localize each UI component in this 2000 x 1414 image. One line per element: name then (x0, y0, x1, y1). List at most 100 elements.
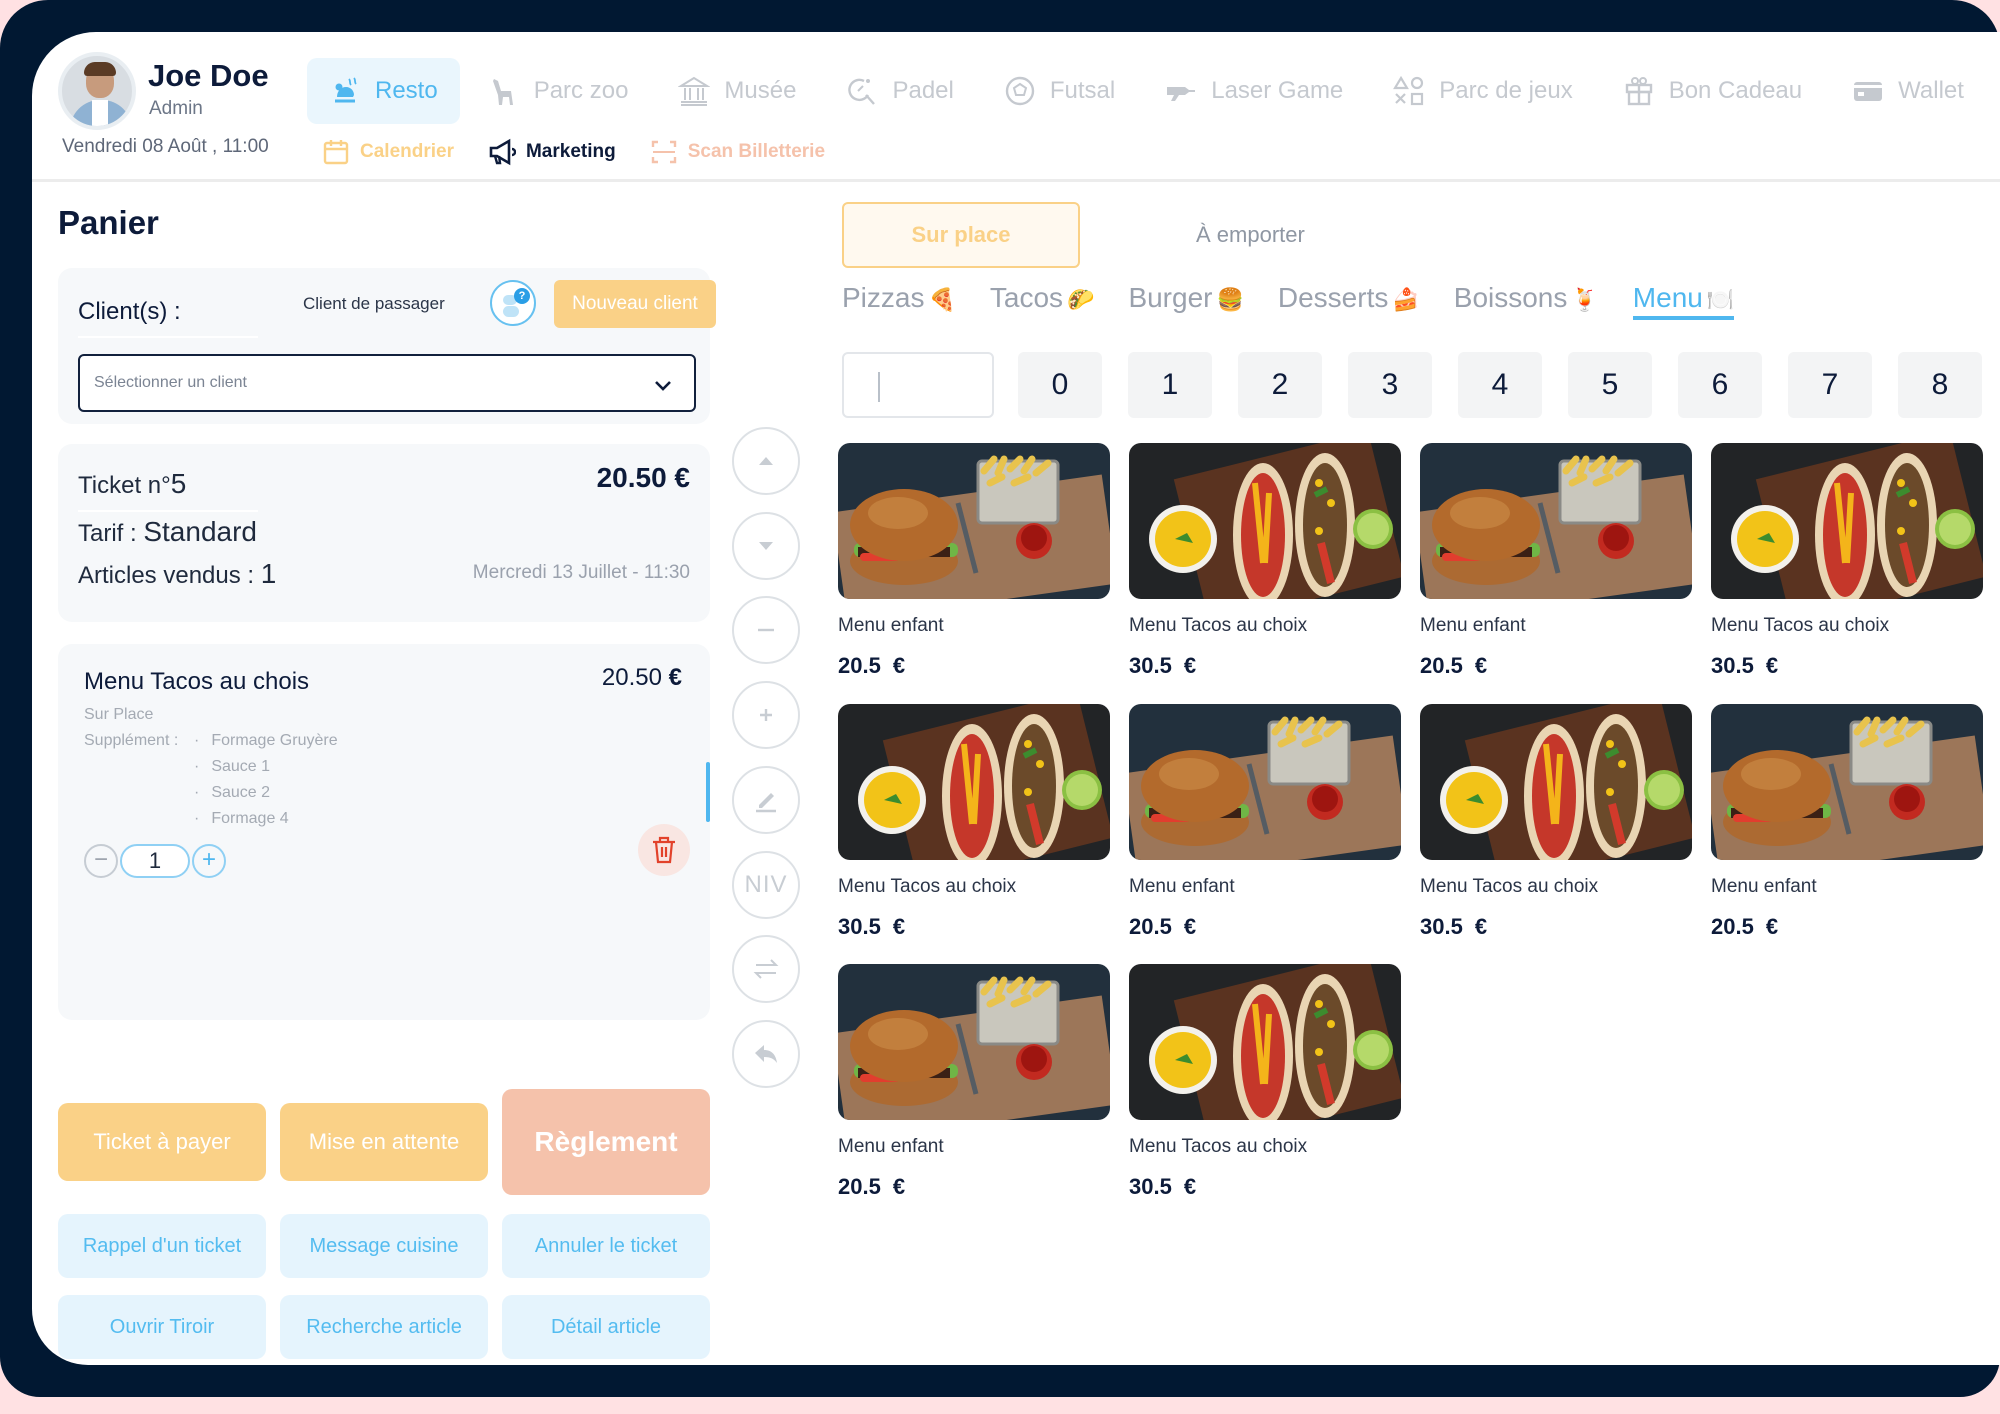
burger-image (1129, 704, 1401, 860)
cart-item-name: Menu Tacos au chois (84, 668, 310, 695)
supplement-item: Formage Gruyère (194, 732, 337, 758)
product-card[interactable]: Menu enfant 20.5 € (838, 443, 1110, 679)
burger-image (1420, 443, 1692, 599)
subnav-calendrier[interactable]: Calendrier (322, 138, 454, 166)
product-card[interactable]: Menu Tacos au choix 30.5 € (1129, 964, 1401, 1200)
product-price: 20.5 € (838, 1174, 906, 1199)
numpad-key-7[interactable]: 7 (1788, 352, 1872, 418)
nav-item-parc-de-jeux[interactable]: Parc de jeux (1371, 58, 1594, 124)
category-tab-desserts[interactable]: Desserts 🍰 (1278, 282, 1420, 320)
nav-item-parc-zoo[interactable]: Parc zoo (466, 58, 651, 124)
swap-arrows-icon (753, 959, 779, 979)
category-tab-tacos[interactable]: Tacos 🌮 (990, 282, 1095, 320)
ticket-total: 20.50 € (596, 462, 690, 493)
passager-label: Client de passager (303, 294, 445, 313)
product-price: 20.5 € (1711, 914, 1779, 939)
numpad-key-5[interactable]: 5 (1568, 352, 1652, 418)
nav-item-clipboard[interactable]: L (1992, 58, 2000, 124)
swap-button[interactable] (732, 935, 800, 1003)
plus-icon (760, 709, 772, 721)
tacos-image (1129, 443, 1401, 599)
product-card[interactable]: Menu Tacos au choix 30.5 € (838, 704, 1110, 940)
soccer-ball-icon (1005, 76, 1035, 106)
nav-label: Futsal (1049, 77, 1116, 104)
undo-button[interactable] (732, 1020, 800, 1088)
edit-button[interactable] (732, 766, 800, 834)
numpad-key-6[interactable]: 6 (1678, 352, 1762, 418)
walk-in-client-button[interactable]: ? (490, 280, 536, 326)
padel-racket-icon (848, 78, 876, 105)
increase-button[interactable] (732, 681, 800, 749)
nav-item-futsal[interactable]: Futsal (982, 58, 1137, 124)
cart-scrollbar[interactable] (706, 762, 710, 822)
niv-button[interactable]: NIV (732, 851, 800, 919)
scroll-up-button[interactable] (732, 427, 800, 495)
product-card[interactable]: Menu Tacos au choix 30.5 € (1129, 443, 1401, 679)
ticket-a-payer-button[interactable]: Ticket à payer (58, 1103, 266, 1181)
numpad-key-1[interactable]: 1 (1128, 352, 1212, 418)
numpad-key-3[interactable]: 3 (1348, 352, 1432, 418)
caret-down-icon (759, 542, 773, 550)
ticket-date: Mercredi 13 Juillet - 11:30 (472, 562, 690, 583)
burger-image (838, 964, 1110, 1120)
product-card[interactable]: Menu Tacos au choix 30.5 € (1420, 704, 1692, 940)
category-tab-boissons[interactable]: Boissons 🍹 (1454, 282, 1599, 320)
client-select[interactable]: Sélectionner un client (78, 354, 696, 412)
numpad-key-4[interactable]: 4 (1458, 352, 1542, 418)
minus-icon: − (93, 846, 108, 873)
recherche-article-button[interactable]: Recherche article (280, 1295, 488, 1359)
reglement-button[interactable]: Règlement (502, 1089, 710, 1195)
annuler-ticket-button[interactable]: Annuler le ticket (502, 1214, 710, 1278)
app-window: Joe Doe Admin Vendredi 08 Août , 11:00 R… (32, 32, 2000, 1365)
decrease-quantity-button[interactable]: − (84, 844, 118, 878)
nav-item-padel[interactable]: Padel (824, 58, 975, 124)
product-card[interactable]: Menu enfant 20.5 € (838, 964, 1110, 1200)
message-cuisine-button[interactable]: Message cuisine (280, 1214, 488, 1278)
quantity-value[interactable]: 1 (120, 844, 190, 878)
scroll-down-button[interactable] (732, 512, 800, 580)
product-card[interactable]: Menu Tacos au choix 30.5 € (1711, 443, 1983, 679)
category-tab-menu[interactable]: Menu 🍽️ (1632, 282, 1735, 320)
numpad-key-8[interactable]: 8 (1898, 352, 1982, 418)
numpad-key-2[interactable]: 2 (1238, 352, 1322, 418)
supplement-item: Formage 4 (194, 810, 338, 836)
product-card[interactable]: Menu enfant 20.5 € (1129, 704, 1401, 940)
product-price: 20.5 € (838, 653, 906, 678)
nav-label: Padel (892, 77, 954, 104)
category-tab-pizzas[interactable]: Pizzas 🍕 (842, 282, 956, 320)
text-caret (878, 372, 880, 402)
numpad-key-0[interactable]: 0 (1018, 352, 1102, 418)
increase-quantity-button[interactable]: + (192, 844, 226, 878)
rappel-ticket-button[interactable]: Rappel d'un ticket (58, 1214, 266, 1278)
nav-item-resto[interactable]: Resto (307, 58, 460, 124)
nav-item-laser-game[interactable]: Laser Game (1143, 58, 1365, 124)
subnav-marketing[interactable]: Marketing (488, 138, 616, 166)
mise-en-attente-button[interactable]: Mise en attente (280, 1103, 488, 1181)
ticket-summary: Ticket n°5 20.50 € Tarif : Standard Arti… (58, 444, 710, 622)
niv-label: NIV (744, 871, 788, 898)
cart-item-mode: Sur Place (84, 706, 154, 723)
product-card[interactable]: Menu enfant 20.5 € (1711, 704, 1983, 940)
a-emporter-tab[interactable]: À emporter (1196, 222, 1305, 248)
quantity-input[interactable] (842, 352, 994, 418)
avatar[interactable] (58, 52, 136, 130)
category-tab-burger[interactable]: Burger 🍔 (1128, 282, 1243, 320)
nav-item-musee[interactable]: Musée (656, 58, 818, 124)
delete-item-button[interactable] (638, 824, 690, 876)
tacos-image (838, 704, 1110, 860)
product-card[interactable]: Menu enfant 20.5 € (1420, 443, 1692, 679)
new-client-button[interactable]: Nouveau client (554, 280, 716, 328)
product-name: Menu enfant (1711, 876, 1817, 897)
subnav-scan-billetterie[interactable]: Scan Billetterie (650, 138, 825, 166)
museum-icon (678, 76, 711, 106)
megaphone-icon (489, 138, 516, 166)
nav-item-bon-cadeau[interactable]: Bon Cadeau (1601, 58, 1824, 124)
decrease-button[interactable] (732, 596, 800, 664)
quantity-stepper: − 1 + (84, 844, 226, 878)
nav-item-wallet[interactable]: Wallet (1830, 58, 1986, 124)
chevron-down-icon (655, 381, 671, 391)
ouvrir-tiroir-button[interactable]: Ouvrir Tiroir (58, 1295, 266, 1359)
product-price: 30.5 € (1129, 653, 1197, 678)
detail-article-button[interactable]: Détail article (502, 1295, 710, 1359)
sur-place-tab[interactable]: Sur place (842, 202, 1080, 268)
